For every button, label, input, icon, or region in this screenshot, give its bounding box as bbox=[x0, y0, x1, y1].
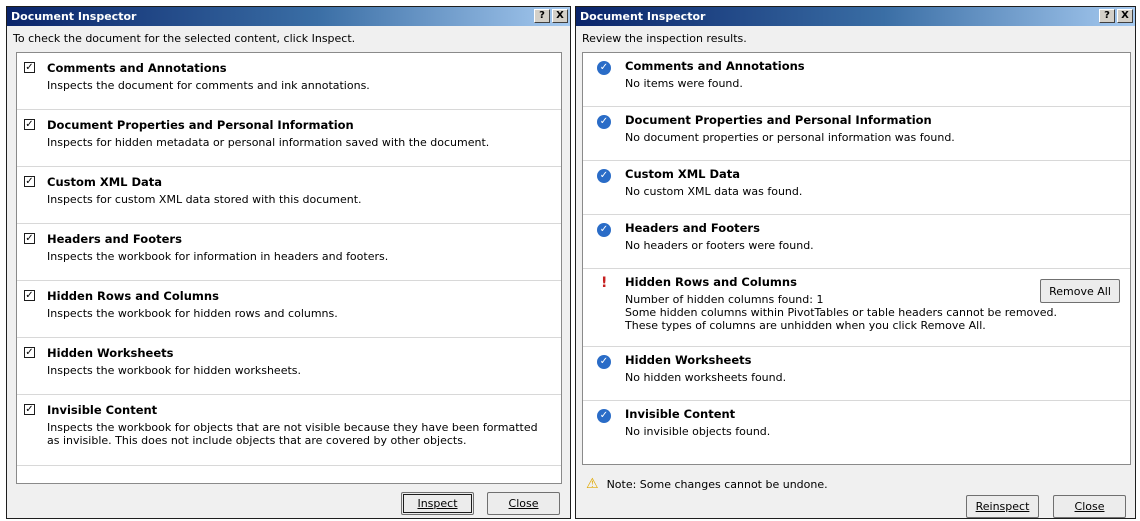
option-heading: Custom XML Data bbox=[47, 175, 163, 189]
inspection-results-list: ✓ Comments and Annotations No items were… bbox=[582, 52, 1131, 465]
result-description: No document properties or personal infor… bbox=[625, 131, 955, 144]
result-description: No headers or footers were found. bbox=[625, 239, 814, 252]
checkbox-icon[interactable]: ✓ bbox=[24, 176, 35, 187]
check-circle-icon: ✓ bbox=[597, 115, 611, 129]
checkbox-icon[interactable]: ✓ bbox=[24, 119, 35, 130]
option-heading: Document Properties and Personal Informa… bbox=[47, 118, 354, 132]
inspect-button[interactable]: Inspect bbox=[401, 492, 474, 515]
result-headers-footers: ✓ Headers and Footers No headers or foot… bbox=[583, 215, 1130, 269]
result-heading: Invisible Content bbox=[625, 407, 736, 421]
check-circle-icon: ✓ bbox=[597, 223, 611, 237]
close-x-button[interactable]: X bbox=[552, 9, 568, 23]
close-x-button[interactable]: X bbox=[1117, 9, 1133, 23]
help-button[interactable]: ? bbox=[1099, 9, 1115, 23]
result-hidden-worksheets: ✓ Hidden Worksheets No hidden worksheets… bbox=[583, 347, 1130, 401]
checkbox-icon[interactable]: ✓ bbox=[24, 347, 35, 358]
option-description: Inspects the workbook for hidden rows an… bbox=[47, 307, 338, 320]
instruction-text: Review the inspection results. bbox=[582, 31, 747, 45]
dialog-title: Document Inspector bbox=[11, 10, 137, 23]
option-heading: Hidden Rows and Columns bbox=[47, 289, 219, 303]
option-description: Inspects for hidden metadata or personal… bbox=[47, 136, 490, 149]
option-invisible-content[interactable]: ✓ Invisible Content Inspects the workboo… bbox=[17, 395, 561, 466]
option-heading: Invisible Content bbox=[47, 403, 158, 417]
option-hidden-rows-columns[interactable]: ✓ Hidden Rows and Columns Inspects the w… bbox=[17, 281, 561, 338]
option-hidden-worksheets[interactable]: ✓ Hidden Worksheets Inspects the workboo… bbox=[17, 338, 561, 395]
close-button[interactable]: Close bbox=[1053, 495, 1126, 518]
document-inspector-dialog-right: Document Inspector ? X Review the inspec… bbox=[575, 6, 1136, 519]
result-heading: Custom XML Data bbox=[625, 167, 741, 181]
check-circle-icon: ✓ bbox=[597, 61, 611, 75]
result-description: No items were found. bbox=[625, 77, 743, 90]
result-heading: Headers and Footers bbox=[625, 221, 760, 235]
document-inspector-dialog-left: Document Inspector ? X To check the docu… bbox=[6, 6, 571, 519]
result-description: No custom XML data was found. bbox=[625, 185, 803, 198]
option-heading: Headers and Footers bbox=[47, 232, 182, 246]
option-description: Inspects the workbook for hidden workshe… bbox=[47, 364, 302, 377]
option-description: Inspects for custom XML data stored with… bbox=[47, 193, 362, 206]
inspection-options-list[interactable]: ✓ Comments and Annotations Inspects the … bbox=[16, 52, 562, 484]
result-invisible-content: ✓ Invisible Content No invisible objects… bbox=[583, 401, 1130, 455]
title-buttons: ? X bbox=[1099, 9, 1133, 23]
result-description: No invisible objects found. bbox=[625, 425, 771, 438]
result-line: Some hidden columns within PivotTables o… bbox=[625, 306, 1058, 319]
option-description: Inspects the workbook for objects that a… bbox=[47, 421, 538, 447]
title-bar: Document Inspector ? X bbox=[7, 7, 570, 26]
option-description: Inspects the document for comments and i… bbox=[47, 79, 370, 92]
option-custom-xml[interactable]: ✓ Custom XML Data Inspects for custom XM… bbox=[17, 167, 561, 224]
checkbox-icon[interactable]: ✓ bbox=[24, 233, 35, 244]
close-button[interactable]: Close bbox=[487, 492, 560, 515]
check-circle-icon: ✓ bbox=[597, 355, 611, 369]
title-buttons: ? X bbox=[534, 9, 568, 23]
check-circle-icon: ✓ bbox=[597, 169, 611, 183]
result-heading: Hidden Worksheets bbox=[625, 353, 752, 367]
result-description: No hidden worksheets found. bbox=[625, 371, 787, 384]
reinspect-button[interactable]: Reinspect bbox=[966, 495, 1039, 518]
checkbox-icon[interactable]: ✓ bbox=[24, 404, 35, 415]
option-document-properties[interactable]: ✓ Document Properties and Personal Infor… bbox=[17, 110, 561, 167]
result-hidden-rows-columns: ! Hidden Rows and Columns Number of hidd… bbox=[583, 269, 1130, 347]
result-document-properties: ✓ Document Properties and Personal Infor… bbox=[583, 107, 1130, 161]
note-text: Note: Some changes cannot be undone. bbox=[606, 477, 828, 491]
result-heading: Comments and Annotations bbox=[625, 59, 805, 73]
option-heading: Comments and Annotations bbox=[47, 61, 227, 75]
checkbox-icon[interactable]: ✓ bbox=[24, 62, 35, 73]
option-headers-footers[interactable]: ✓ Headers and Footers Inspects the workb… bbox=[17, 224, 561, 281]
help-button[interactable]: ? bbox=[534, 9, 550, 23]
result-comments: ✓ Comments and Annotations No items were… bbox=[583, 53, 1130, 107]
title-bar: Document Inspector ? X bbox=[576, 7, 1135, 26]
checkbox-icon[interactable]: ✓ bbox=[24, 290, 35, 301]
exclamation-icon: ! bbox=[601, 275, 608, 291]
note: ⚠ Note: Some changes cannot be undone. bbox=[586, 476, 828, 492]
result-heading: Document Properties and Personal Informa… bbox=[625, 113, 932, 127]
option-heading: Hidden Worksheets bbox=[47, 346, 174, 360]
remove-all-button[interactable]: Remove All bbox=[1040, 279, 1120, 303]
result-custom-xml: ✓ Custom XML Data No custom XML data was… bbox=[583, 161, 1130, 215]
option-comments[interactable]: ✓ Comments and Annotations Inspects the … bbox=[17, 53, 561, 110]
check-circle-icon: ✓ bbox=[597, 409, 611, 423]
warning-triangle-icon: ⚠ bbox=[586, 476, 599, 492]
option-description: Inspects the workbook for information in… bbox=[47, 250, 389, 263]
instruction-text: To check the document for the selected c… bbox=[13, 31, 356, 45]
result-line: These types of columns are unhidden when… bbox=[625, 319, 986, 332]
dialog-title: Document Inspector bbox=[580, 10, 706, 23]
